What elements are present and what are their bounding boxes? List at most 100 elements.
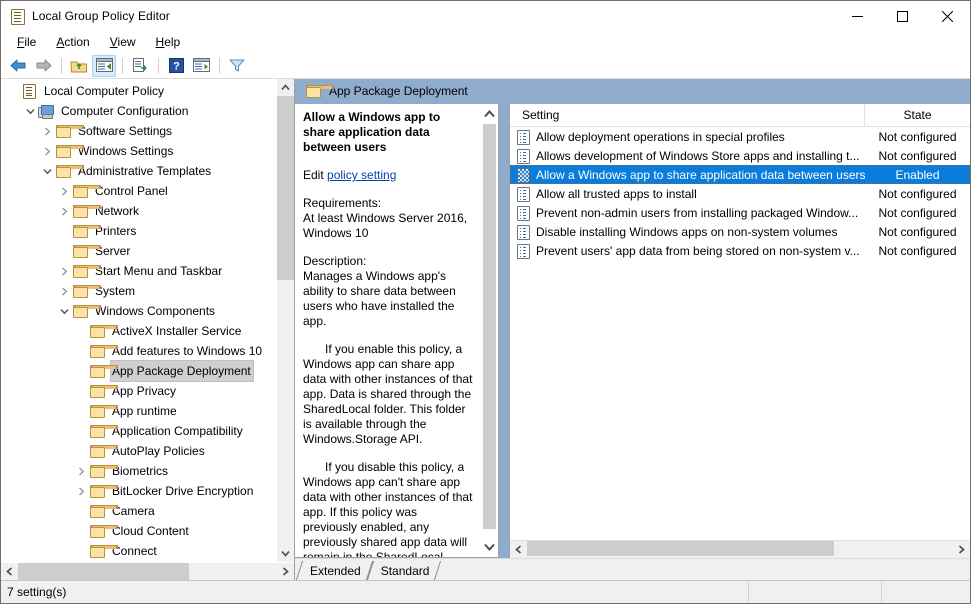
tab-standard[interactable]: Standard xyxy=(370,561,439,580)
menu-action[interactable]: Action xyxy=(46,33,99,51)
chevron-down-icon[interactable] xyxy=(56,303,72,319)
help-icon[interactable]: ? xyxy=(164,55,188,77)
settings-row[interactable]: Allows development of Windows Store apps… xyxy=(510,146,970,165)
tree-item[interactable]: AutoPlay Policies xyxy=(1,441,276,461)
scroll-down-icon[interactable] xyxy=(277,545,294,562)
settings-row-label: Allows development of Windows Store apps… xyxy=(536,149,860,163)
toolbar-separator xyxy=(122,58,123,74)
scroll-left-icon[interactable] xyxy=(1,563,18,580)
tree-item[interactable]: Server xyxy=(1,241,276,261)
tree-item[interactable]: Control Panel xyxy=(1,181,276,201)
export-list-icon[interactable] xyxy=(128,55,152,77)
tree-item[interactable]: App Package Deployment xyxy=(1,361,276,381)
tree-horizontal-scrollbar[interactable] xyxy=(1,562,294,580)
tree-item[interactable]: Printers xyxy=(1,221,276,241)
tree-item[interactable]: Software Settings xyxy=(1,121,276,141)
tree-item[interactable]: Administrative Templates xyxy=(1,161,276,181)
tree-item[interactable]: Add features to Windows 10 xyxy=(1,341,276,361)
folder-icon xyxy=(89,403,105,419)
scroll-down-icon[interactable] xyxy=(481,537,498,557)
tree-hscroll-track[interactable] xyxy=(18,563,277,580)
folder-icon xyxy=(89,483,105,499)
tree-item[interactable]: Cloud Content xyxy=(1,521,276,541)
settings-hscroll-thumb[interactable] xyxy=(527,541,834,556)
chevron-right-icon[interactable] xyxy=(56,283,72,299)
tree-item-label: Network xyxy=(93,200,142,222)
menu-help[interactable]: Help xyxy=(146,33,191,51)
chevron-right-icon[interactable] xyxy=(56,183,72,199)
menu-bar: File Action View Help xyxy=(1,31,970,53)
chevron-right-icon[interactable] xyxy=(73,483,89,499)
close-button[interactable] xyxy=(925,1,970,31)
column-header-state[interactable]: State xyxy=(865,104,970,126)
tree-spacer xyxy=(56,223,72,239)
settings-list-rows[interactable]: Allow deployment operations in special p… xyxy=(510,127,970,540)
chevron-down-icon[interactable] xyxy=(22,103,38,119)
chevron-down-icon[interactable] xyxy=(39,163,55,179)
menu-file[interactable]: File xyxy=(7,33,46,51)
settings-row[interactable]: Allow a Windows app to share application… xyxy=(510,165,970,184)
scroll-left-icon[interactable] xyxy=(510,541,527,558)
tree-item[interactable]: App runtime xyxy=(1,401,276,421)
extended-help-scroll-thumb[interactable] xyxy=(483,124,496,529)
folder-icon xyxy=(72,303,88,319)
minimize-button[interactable] xyxy=(835,1,880,31)
tab-extended[interactable]: Extended xyxy=(299,561,370,580)
policy-setting-icon xyxy=(516,243,530,259)
tree-vertical-scrollbar[interactable] xyxy=(276,79,294,562)
tree-item[interactable]: Local Computer Policy xyxy=(1,81,276,101)
tree-item[interactable]: Windows Components xyxy=(1,301,276,321)
scroll-up-icon[interactable] xyxy=(481,104,498,124)
menu-view[interactable]: View xyxy=(100,33,146,51)
tree-item[interactable]: BitLocker Drive Encryption xyxy=(1,481,276,501)
settings-row[interactable]: Prevent users' app data from being store… xyxy=(510,241,970,260)
status-text: 7 setting(s) xyxy=(1,581,749,603)
tree-item[interactable]: Start Menu and Taskbar xyxy=(1,261,276,281)
settings-row[interactable]: Allow all trusted apps to installNot con… xyxy=(510,184,970,203)
tree-spacer xyxy=(73,443,89,459)
settings-row-state: Enabled xyxy=(865,168,970,182)
tree-scroll-track[interactable] xyxy=(277,96,294,545)
svg-text:?: ? xyxy=(173,61,180,73)
tree-hscroll-thumb[interactable] xyxy=(18,563,189,580)
chevron-right-icon[interactable] xyxy=(73,463,89,479)
tree-item[interactable]: Application Compatibility xyxy=(1,421,276,441)
settings-horizontal-scrollbar[interactable] xyxy=(510,540,970,558)
forward-icon[interactable] xyxy=(31,55,55,77)
settings-row-name-cell: Allows development of Windows Store apps… xyxy=(510,148,865,164)
chevron-right-icon[interactable] xyxy=(39,143,55,159)
filter-icon[interactable] xyxy=(225,55,249,77)
tree-scroll-thumb[interactable] xyxy=(277,96,294,280)
tree-item[interactable]: Computer Configuration xyxy=(1,101,276,121)
show-hide-action-pane-icon[interactable] xyxy=(189,55,213,77)
scroll-right-icon[interactable] xyxy=(953,541,970,558)
show-hide-console-tree-icon[interactable] xyxy=(92,55,116,77)
extended-help-scrollbar[interactable] xyxy=(481,104,498,557)
maximize-button[interactable] xyxy=(880,1,925,31)
tree-item-label: Windows Settings xyxy=(76,140,176,162)
description-paragraph-2: If you disable this policy, a Windows ap… xyxy=(303,460,474,557)
settings-row[interactable]: Prevent non-admin users from installing … xyxy=(510,203,970,222)
tree-item[interactable]: Biometrics xyxy=(1,461,276,481)
extended-help-scroll-track[interactable] xyxy=(483,124,496,537)
scroll-up-icon[interactable] xyxy=(277,79,294,96)
chevron-right-icon[interactable] xyxy=(56,263,72,279)
tree-item[interactable]: System xyxy=(1,281,276,301)
column-header-setting[interactable]: Setting xyxy=(510,104,865,126)
tree-item[interactable]: ActiveX Installer Service xyxy=(1,321,276,341)
console-tree-list[interactable]: Local Computer PolicyComputer Configurat… xyxy=(1,79,276,562)
chevron-right-icon[interactable] xyxy=(39,123,55,139)
tree-item[interactable]: Camera xyxy=(1,501,276,521)
up-folder-icon[interactable] xyxy=(67,55,91,77)
policy-setting-link[interactable]: policy setting xyxy=(327,168,396,182)
settings-row[interactable]: Disable installing Windows apps on non-s… xyxy=(510,222,970,241)
tree-item[interactable]: Network xyxy=(1,201,276,221)
tree-item[interactable]: Connect xyxy=(1,541,276,561)
chevron-right-icon[interactable] xyxy=(56,203,72,219)
back-icon[interactable] xyxy=(6,55,30,77)
settings-hscroll-track[interactable] xyxy=(527,541,953,558)
settings-row[interactable]: Allow deployment operations in special p… xyxy=(510,127,970,146)
tree-item[interactable]: App Privacy xyxy=(1,381,276,401)
tree-item[interactable]: Windows Settings xyxy=(1,141,276,161)
scroll-right-icon[interactable] xyxy=(277,563,294,580)
